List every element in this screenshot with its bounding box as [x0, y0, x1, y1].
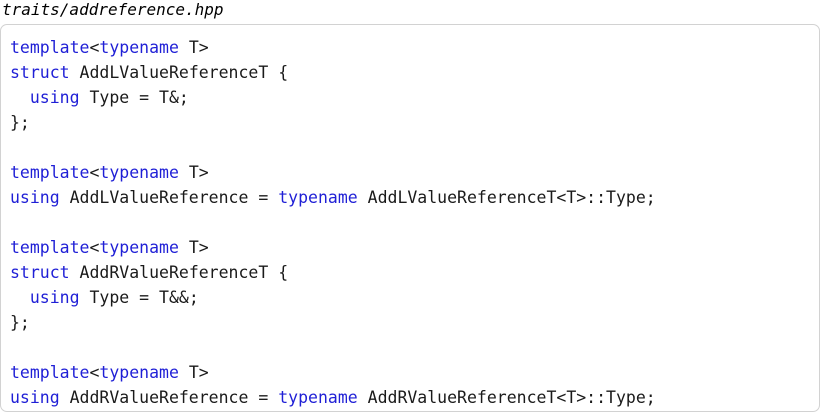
code-line: using AddLValueReference = typename AddL…	[10, 185, 656, 210]
code-line: template<typename T>	[10, 235, 656, 260]
code-keyword: using	[29, 288, 80, 307]
code-listing: template<typename T> struct AddLValueRefe…	[10, 35, 656, 410]
code-text: AddLValueReferenceT<T>::Type;	[357, 188, 656, 207]
code-keyword: typename	[278, 388, 358, 407]
code-keyword: template	[10, 238, 90, 257]
code-keyword: struct	[10, 263, 70, 282]
code-text: AddRValueReference =	[59, 388, 279, 407]
code-text: };	[10, 313, 30, 332]
code-keyword: using	[10, 388, 60, 407]
code-keyword: template	[10, 38, 90, 57]
code-line: };	[10, 310, 656, 335]
code-keyword: struct	[10, 63, 70, 82]
code-listing-box: template<typename T> struct AddLValueRefe…	[0, 24, 820, 412]
code-line: template<typename T>	[10, 35, 656, 60]
code-line: template<typename T>	[10, 160, 656, 185]
code-keyword: typename	[99, 363, 179, 382]
code-keyword: using	[10, 188, 60, 207]
code-line: struct AddLValueReferenceT {	[10, 60, 656, 85]
code-keyword: typename	[99, 38, 179, 57]
code-line: template<typename T>	[10, 360, 656, 385]
code-text: <	[89, 363, 100, 382]
code-text: AddLValueReference =	[59, 188, 279, 207]
code-text: AddLValueReferenceT {	[69, 63, 289, 82]
code-keyword: typename	[99, 163, 179, 182]
code-line: };	[10, 110, 656, 135]
code-text: <	[89, 238, 100, 257]
code-text: T>	[178, 163, 209, 182]
code-text: };	[10, 113, 30, 132]
code-text: T>	[178, 363, 209, 382]
code-line: using AddRValueReference = typename AddR…	[10, 385, 656, 410]
code-keyword: typename	[278, 188, 358, 207]
code-keyword: template	[10, 163, 90, 182]
code-line: struct AddRValueReferenceT {	[10, 260, 656, 285]
code-text: T>	[178, 38, 209, 57]
code-keyword: typename	[99, 238, 179, 257]
code-line: using Type = T&;	[10, 85, 656, 110]
code-text: T>	[178, 238, 209, 257]
code-text: <	[89, 163, 100, 182]
code-text: <	[89, 38, 100, 57]
code-text: AddRValueReferenceT<T>::Type;	[357, 388, 656, 407]
code-text: Type = T&;	[79, 88, 189, 107]
code-keyword: using	[29, 88, 80, 107]
code-text: AddRValueReferenceT {	[69, 263, 289, 282]
code-keyword: template	[10, 363, 90, 382]
file-title: traits/addreference.hpp	[2, 0, 224, 19]
code-line: using Type = T&&;	[10, 285, 656, 310]
code-text: Type = T&&;	[79, 288, 199, 307]
